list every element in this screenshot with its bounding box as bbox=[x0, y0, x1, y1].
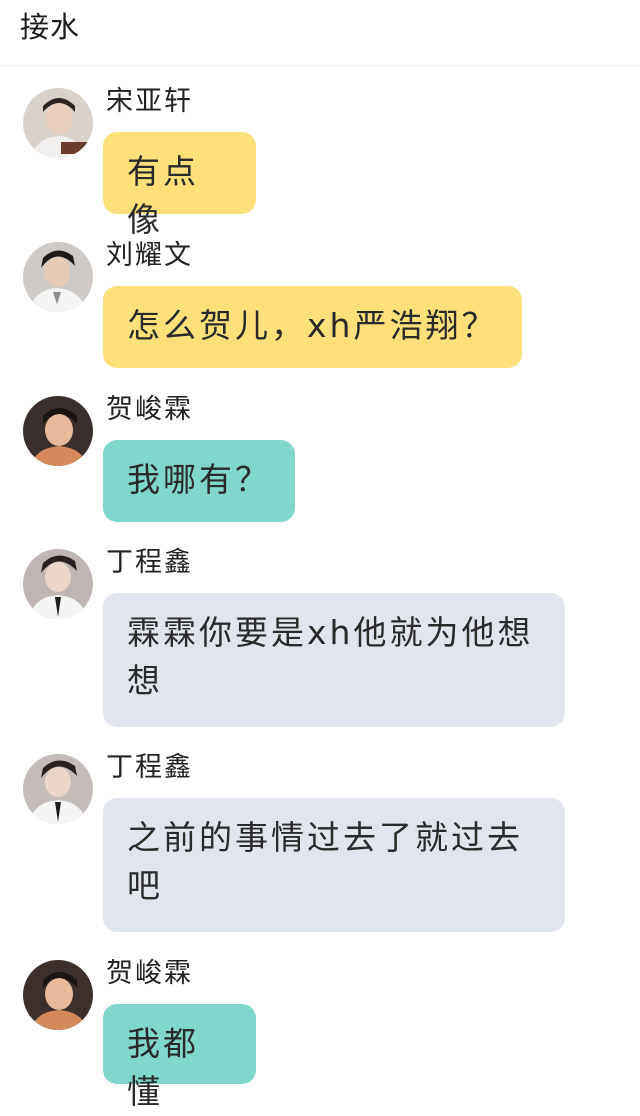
sender-name: 宋亚轩 bbox=[106, 86, 193, 117]
message-bubble[interactable]: 有点像 bbox=[103, 132, 256, 239]
sender-name: 贺峻霖 bbox=[106, 958, 193, 989]
avatar[interactable] bbox=[23, 88, 93, 158]
sender-name: 丁程鑫 bbox=[106, 547, 193, 578]
avatar[interactable] bbox=[23, 396, 93, 466]
sender-name: 丁程鑫 bbox=[106, 752, 193, 783]
avatar[interactable] bbox=[23, 549, 93, 619]
message-bubble[interactable]: 之前的事情过去了就过去吧 bbox=[103, 798, 565, 932]
message-bubble[interactable]: 我都懂 bbox=[103, 1004, 256, 1111]
sender-name: 贺峻霖 bbox=[106, 394, 193, 425]
avatar[interactable] bbox=[23, 242, 93, 312]
chat-title: 接水 bbox=[20, 10, 81, 44]
message-bubble[interactable]: 怎么贺儿，xh严浩翔？ bbox=[103, 286, 522, 368]
chat-header: 接水 bbox=[0, 0, 640, 66]
sender-name: 刘耀文 bbox=[106, 240, 193, 271]
avatar[interactable] bbox=[23, 754, 93, 824]
message-bubble[interactable]: 霖霖你要是xh他就为他想想 bbox=[103, 593, 565, 727]
avatar[interactable] bbox=[23, 960, 93, 1030]
message-bubble[interactable]: 我哪有？ bbox=[103, 440, 295, 522]
